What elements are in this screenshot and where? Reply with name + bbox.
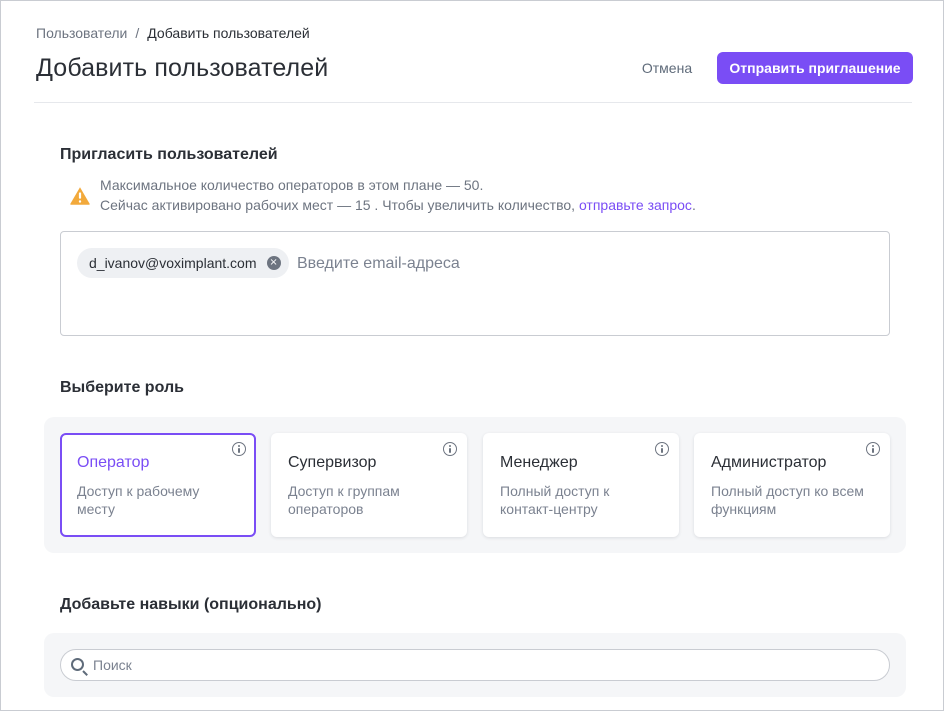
role-name: Администратор [711, 454, 827, 471]
role-card-supervisor[interactable]: Супервизор Доступ к группам операторов [271, 433, 467, 537]
email-chip: d_ivanov@voximplant.com × [77, 248, 289, 278]
invite-section-title: Пригласить пользователей [60, 146, 278, 163]
role-description: Доступ к рабочему месту [77, 483, 200, 517]
role-card-operator[interactable]: Оператор Доступ к рабочему месту [60, 433, 256, 537]
notice-line-max: Максимальное количество операторов в это… [100, 177, 484, 193]
notice-line-active-text: Сейчас активировано рабочих мест — 15 . … [100, 197, 579, 213]
notice-line-end: . [691, 197, 696, 213]
send-invitation-button[interactable]: Отправить приглашение [717, 52, 913, 84]
info-icon[interactable] [443, 442, 457, 456]
role-description: Доступ к группам операторов [288, 483, 400, 517]
close-circle-icon[interactable]: × [266, 256, 281, 270]
notice-text: Максимальное количество операторов в это… [100, 175, 696, 215]
skills-search-input[interactable] [93, 654, 873, 676]
info-icon[interactable] [655, 442, 669, 456]
role-name: Супервизор [288, 454, 377, 471]
skills-search-box[interactable] [60, 649, 890, 681]
notice-line-active: Сейчас активировано рабочих мест — 15 . … [100, 195, 696, 215]
role-description: Полный доступ ко всем функциям [711, 483, 864, 517]
breadcrumb-current: Добавить пользователей [147, 25, 310, 41]
skills-panel [44, 633, 906, 697]
search-icon [71, 658, 84, 671]
breadcrumb-users-link[interactable]: Пользователи [36, 25, 127, 41]
app-frame: Пользователи / Добавить пользователей До… [0, 0, 944, 711]
info-icon[interactable] [866, 442, 880, 456]
role-card-administrator[interactable]: Администратор Полный доступ ко всем функ… [694, 433, 890, 537]
breadcrumb: Пользователи / Добавить пользователей [36, 25, 310, 41]
email-chip-label: d_ivanov@voximplant.com [89, 255, 257, 271]
plan-limit-notice: Максимальное количество операторов в это… [69, 175, 769, 215]
email-input-area[interactable]: d_ivanov@voximplant.com × [60, 231, 890, 336]
role-options-panel: Оператор Доступ к рабочему месту Суперви… [44, 417, 906, 553]
cancel-button[interactable]: Отмена [627, 52, 707, 84]
role-description: Полный доступ к контакт-центру [500, 483, 610, 517]
info-icon[interactable] [232, 442, 246, 456]
skills-section-title: Добавьте навыки (опционально) [60, 596, 322, 613]
warning-triangle-icon [70, 187, 90, 205]
role-name: Оператор [77, 454, 150, 471]
header-divider [34, 102, 912, 103]
send-request-link[interactable]: отправьте запрос [579, 197, 692, 213]
email-input[interactable] [297, 250, 857, 278]
page-title: Добавить пользователей [36, 54, 329, 82]
role-card-manager[interactable]: Менеджер Полный доступ к контакт-центру [483, 433, 679, 537]
role-name: Менеджер [500, 454, 578, 471]
role-section-title: Выберите роль [60, 379, 184, 396]
breadcrumb-separator: / [135, 25, 140, 41]
